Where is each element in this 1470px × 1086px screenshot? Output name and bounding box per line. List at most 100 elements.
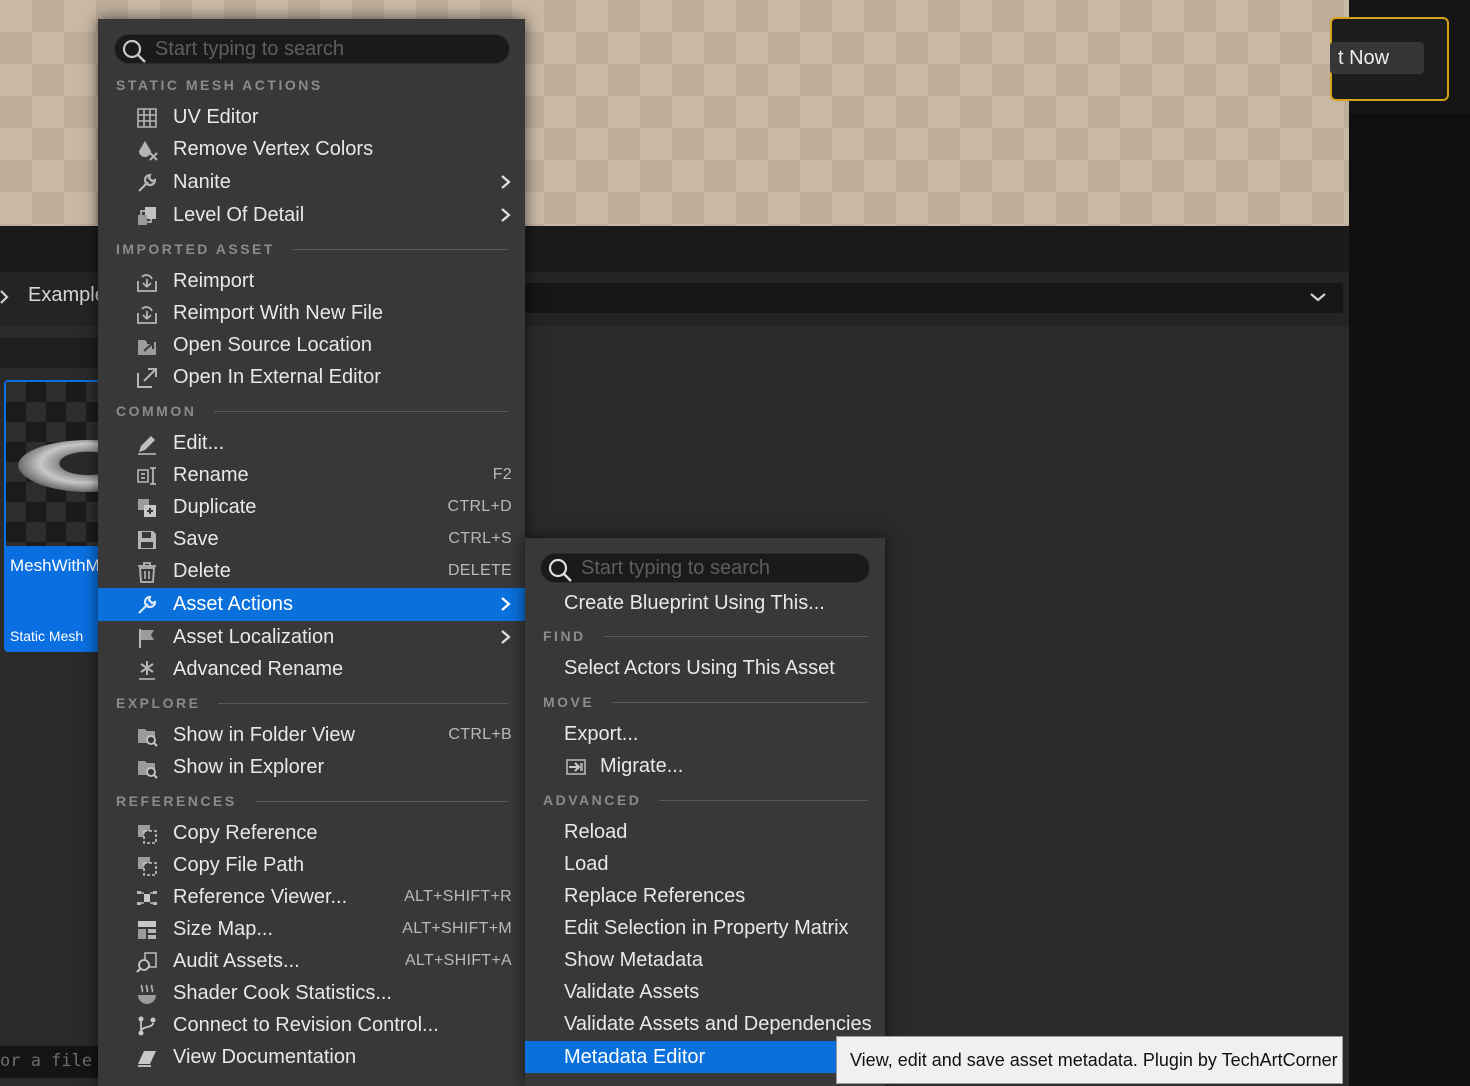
chevron-right-icon	[501, 175, 511, 189]
chevron-right-icon[interactable]	[0, 288, 12, 306]
asset-tile[interactable]: MeshWithM Static Mesh	[4, 380, 100, 652]
trash-icon	[138, 562, 156, 583]
menu-item-reimport[interactable]: Reimport	[98, 265, 525, 297]
menu-item-remove-vertex-colors[interactable]: Remove Vertex Colors	[98, 133, 525, 165]
documentation-icon	[138, 1051, 156, 1067]
menu-item-edit[interactable]: Edit...	[98, 427, 525, 459]
audit-icon	[136, 952, 157, 973]
menu-item-label: Open In External Editor	[173, 365, 381, 388]
menu-item-label: Validate Assets	[564, 980, 700, 1003]
menu-item-size-map[interactable]: Size Map... ALT+SHIFT+M	[98, 913, 525, 945]
shader-cook-icon	[138, 984, 156, 1004]
menu-item-shader-cook-statistics[interactable]: Shader Cook Statistics...	[98, 977, 525, 1009]
submenu-item-migrate[interactable]: Migrate...	[525, 750, 885, 782]
section-move: MOVE	[543, 692, 867, 712]
menu-item-shortcut: CTRL+D	[447, 498, 512, 515]
path-dropdown[interactable]	[525, 283, 1343, 313]
menu-item-label: Metadata Editor	[564, 1045, 706, 1068]
menu-item-view-documentation[interactable]: View Documentation	[98, 1041, 525, 1073]
submenu-item-replace-references[interactable]: Replace References	[525, 880, 885, 912]
submenu-item-export[interactable]: Export...	[525, 718, 885, 750]
uv-grid-icon	[137, 108, 157, 128]
menu-item-label: Select Actors Using This Asset	[564, 656, 835, 679]
submenu-item-select-actors[interactable]: Select Actors Using This Asset	[525, 652, 885, 684]
menu-item-nanite[interactable]: Nanite	[98, 166, 525, 198]
menu-item-connect-to-revision-control[interactable]: Connect to Revision Control...	[98, 1009, 525, 1041]
menu-item-open-source-location[interactable]: Open Source Location	[98, 329, 525, 361]
menu-item-label: Asset Localization	[173, 625, 335, 648]
submenu-item-metadata-editor[interactable]: Metadata Editor	[525, 1041, 885, 1073]
menu-item-duplicate[interactable]: Duplicate CTRL+D	[98, 491, 525, 523]
menu-item-label: Level Of Detail	[173, 203, 305, 226]
section-common: COMMON	[116, 401, 508, 421]
menu-item-copy-reference[interactable]: Copy Reference	[98, 817, 525, 849]
submenu-search-input[interactable]	[581, 555, 861, 581]
menu-item-shortcut: ALT+SHIFT+M	[402, 920, 512, 937]
open-folder-icon	[138, 340, 156, 355]
menu-item-label: Reload	[564, 820, 628, 843]
menu-item-label: Asset Actions	[173, 593, 294, 615]
submenu-item-show-metadata[interactable]: Show Metadata	[525, 944, 885, 976]
vertex-color-remove-icon	[139, 141, 158, 161]
menu-item-label: Show Metadata	[564, 948, 703, 971]
menu-item-label: Edit Selection in Property Matrix	[564, 916, 849, 939]
submenu-item-load[interactable]: Load	[525, 848, 885, 880]
menu-search-box[interactable]	[114, 34, 510, 64]
submenu-item-validate-assets[interactable]: Validate Assets	[525, 976, 885, 1008]
reimport-icon	[137, 306, 157, 324]
menu-item-label: Rename	[173, 463, 249, 486]
menu-item-shortcut: DELETE	[447, 562, 512, 579]
menu-item-asset-actions[interactable]: Asset Actions	[98, 588, 525, 621]
submenu-item-validate-dependencies[interactable]: Validate Assets and Dependencies	[525, 1008, 885, 1040]
reference-viewer-icon	[137, 891, 157, 905]
pencil-icon	[138, 436, 156, 455]
menu-item-label: Replace References	[564, 884, 746, 907]
submenu-item-create-blueprint[interactable]: Create Blueprint Using This...	[525, 587, 885, 619]
menu-search-input[interactable]	[155, 36, 495, 62]
submenu-item-property-matrix[interactable]: Edit Selection in Property Matrix	[525, 912, 885, 944]
menu-item-audit-assets[interactable]: Audit Assets... ALT+SHIFT+A	[98, 945, 525, 977]
chevron-right-icon	[501, 208, 511, 222]
menu-item-label: Reimport With New File	[173, 301, 384, 324]
menu-item-label: Connect to Revision Control...	[173, 1013, 439, 1036]
menu-item-label: Save	[173, 527, 219, 550]
submenu-item-reload[interactable]: Reload	[525, 816, 885, 848]
menu-item-uv-editor[interactable]: UV Editor	[98, 101, 525, 133]
reimport-icon	[137, 274, 157, 292]
search-icon	[122, 39, 146, 63]
menu-item-open-in-external-editor[interactable]: Open In External Editor	[98, 361, 525, 393]
menu-item-asset-localization[interactable]: Asset Localization	[98, 621, 525, 653]
wrench-icon	[138, 173, 157, 192]
menu-item-reimport-with-new-file[interactable]: Reimport With New File	[98, 297, 525, 329]
submenu-search-box[interactable]	[540, 553, 870, 583]
file-input[interactable]: or a file	[0, 1046, 98, 1078]
breadcrumb[interactable]: Example	[28, 284, 106, 307]
menu-item-advanced-rename[interactable]: Advanced Rename	[98, 653, 525, 685]
branch-icon	[138, 1016, 156, 1036]
menu-item-delete[interactable]: Delete DELETE	[98, 555, 525, 587]
menu-item-shortcut: ALT+SHIFT+R	[404, 888, 512, 905]
notification-action-button[interactable]: t Now	[1330, 42, 1424, 74]
menu-item-show-in-explorer[interactable]: Show in Explorer	[98, 751, 525, 783]
metadata-editor-tooltip: View, edit and save asset metadata. Plug…	[836, 1036, 1343, 1084]
section-find: FIND	[543, 626, 867, 646]
copy-icon	[138, 857, 157, 876]
copy-icon	[138, 825, 157, 844]
migrate-icon	[566, 759, 586, 775]
menu-item-reference-viewer[interactable]: Reference Viewer... ALT+SHIFT+R	[98, 881, 525, 913]
menu-item-show-in-folder-view[interactable]: Show in Folder View CTRL+B	[98, 719, 525, 751]
menu-item-copy-file-path[interactable]: Copy File Path	[98, 849, 525, 881]
menu-item-rename[interactable]: Rename F2	[98, 459, 525, 491]
menu-item-level-of-detail[interactable]: Level Of Detail	[98, 199, 525, 231]
folder-search-icon	[138, 729, 158, 747]
menu-item-label: Reference Viewer...	[173, 885, 348, 908]
chevron-right-icon	[501, 630, 511, 644]
section-references: REFERENCES	[116, 791, 508, 811]
menu-item-label: Export...	[564, 722, 639, 745]
chevron-down-icon[interactable]	[1308, 287, 1328, 307]
lod-icon	[138, 207, 156, 225]
mesh-preview	[18, 440, 100, 492]
asset-thumbnail	[6, 382, 100, 546]
menu-item-save[interactable]: Save CTRL+S	[98, 523, 525, 555]
menu-item-label: UV Editor	[173, 105, 259, 128]
